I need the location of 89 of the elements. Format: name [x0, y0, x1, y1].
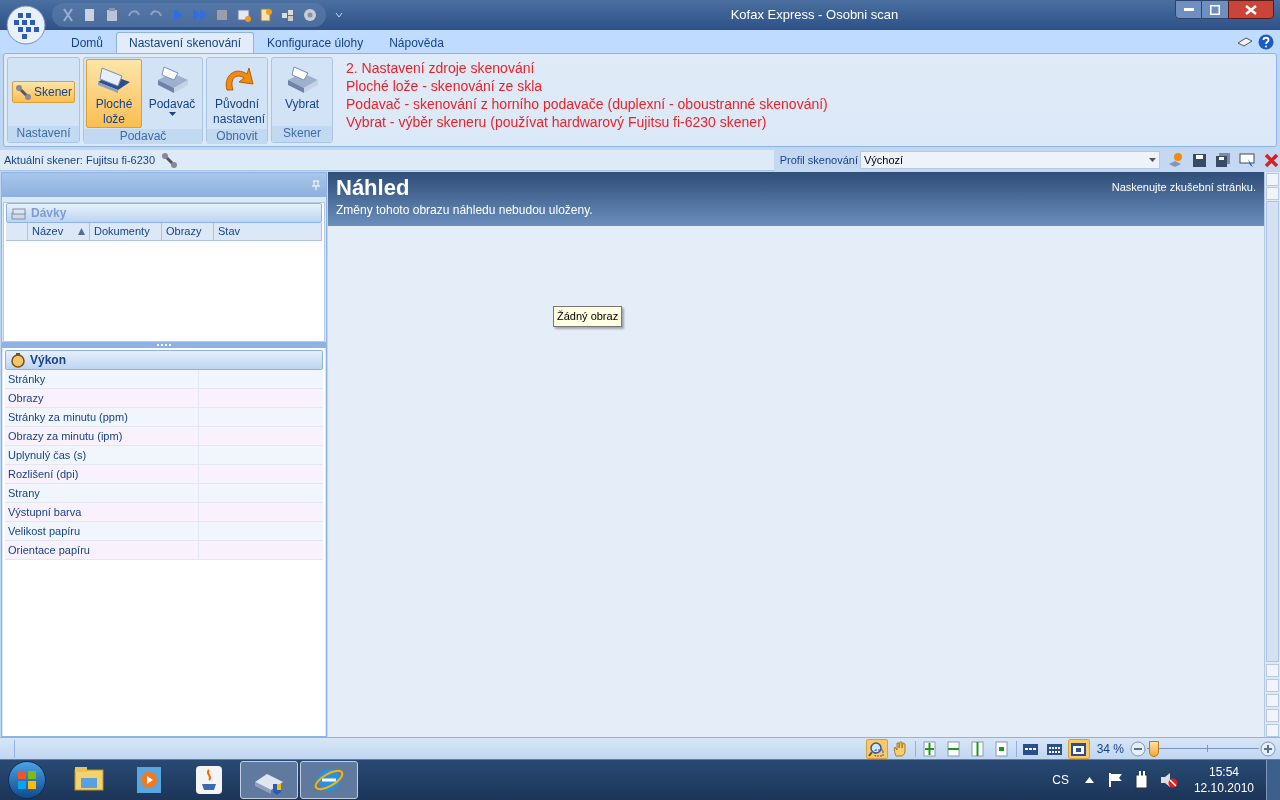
- new-profile-icon[interactable]: [1167, 151, 1184, 169]
- help-icon[interactable]: [1258, 34, 1274, 50]
- cut-icon[interactable]: [60, 7, 76, 23]
- show-hidden-icons-icon[interactable]: [1084, 777, 1094, 783]
- delete-icon[interactable]: [1263, 151, 1280, 169]
- ribbon-group-label: Podavač: [84, 129, 203, 144]
- ribbon-group-label: Obnovit: [207, 129, 268, 144]
- column-header[interactable]: Obrazy: [162, 223, 214, 240]
- preview-subtitle: Změny tohoto obrazu náhledu nebudou uloženy.: [336, 202, 593, 219]
- close-icon: [1245, 4, 1257, 15]
- annotation-line: Ploché lože - skenování ze skla: [346, 77, 544, 95]
- stat-label: Obrazy za minutu (ipm): [5, 427, 199, 445]
- save-icon[interactable]: [1191, 151, 1208, 169]
- current-scanner-label: Aktuální skener: Fujitsu fi-6230: [4, 152, 156, 168]
- zoom-icon: [868, 740, 886, 757]
- document-stack-icon: [10, 205, 28, 221]
- column-header[interactable]: Název: [28, 223, 90, 240]
- ribbon-group-label: Nastavení: [8, 126, 80, 142]
- ribbon-tab[interactable]: Nastavení skenování: [116, 32, 255, 53]
- power-plug-icon[interactable]: [1133, 771, 1150, 789]
- preview-title: Náhled: [336, 175, 411, 201]
- wrench-icon[interactable]: [161, 152, 180, 168]
- stat-label: Uplynulý čas (s): [5, 446, 199, 464]
- annotation-line: Podavač - skenování z horního podavače (duplexní - oboustranné skenování): [346, 95, 828, 113]
- document-stack-icon[interactable]: [236, 7, 252, 23]
- profile-label: Profil skenování: [779, 152, 858, 168]
- flag-icon[interactable]: [1107, 772, 1124, 788]
- book-icon[interactable]: [1236, 35, 1254, 49]
- four-squares-icon: [17, 770, 37, 790]
- column-header[interactable]: Dokumenty: [90, 223, 162, 240]
- single-page-view-icon: [1070, 740, 1088, 757]
- view-tool-button[interactable]: [865, 738, 888, 759]
- zoom-slider[interactable]: [1147, 740, 1259, 757]
- muted-speaker-icon[interactable]: [1159, 772, 1178, 788]
- scrollbar[interactable]: [1264, 172, 1280, 737]
- profile-dropdown[interactable]: Výchozí: [860, 151, 1160, 169]
- stat-label: Stránky za minutu (ppm): [5, 408, 199, 426]
- ribbon-button[interactable]: Podavač: [144, 59, 201, 128]
- maximize-icon: [1210, 4, 1220, 15]
- start-button[interactable]: [8, 761, 46, 799]
- show-desktop-button[interactable]: [1266, 760, 1280, 800]
- zoom-out-icon[interactable]: [1130, 740, 1146, 757]
- ribbon-button[interactable]: Původní nastavení: [209, 59, 266, 128]
- stat-label: Strany: [5, 484, 199, 502]
- stat-label: Velikost papíru: [5, 522, 199, 540]
- ribbon-tab[interactable]: Domů: [58, 32, 116, 53]
- stopwatch-icon: [9, 352, 27, 368]
- zoom-level: 34 %: [1096, 740, 1124, 758]
- pointer-icon[interactable]: [1239, 151, 1256, 169]
- fit-height-icon: [969, 740, 987, 757]
- dropdown-caret-icon: [1149, 158, 1156, 162]
- minimize-icon: [1183, 7, 1194, 12]
- slider-thumb[interactable]: [1148, 740, 1159, 757]
- close-button[interactable]: [1228, 0, 1274, 19]
- gear-icon[interactable]: [302, 7, 318, 23]
- minimize-button[interactable]: [1175, 0, 1202, 19]
- maximize-button[interactable]: [1202, 0, 1228, 19]
- stat-label: Rozlišení (dpi): [5, 465, 199, 483]
- annotation-line: 2. Nastavení zdroje skenování: [346, 59, 536, 77]
- column-header[interactable]: Stav: [214, 223, 322, 240]
- preview-hint: Naskenujte zkušební stránku.: [1111, 180, 1256, 195]
- section-title: Dávky: [31, 205, 67, 222]
- view-tool-button[interactable]: [1067, 738, 1090, 759]
- stat-label: Výstupní barva: [5, 503, 199, 521]
- ribbon-group-label: Skener: [272, 126, 333, 142]
- stat-label: Orientace papíru: [5, 541, 199, 559]
- ribbon-button[interactable]: Skener: [12, 81, 76, 103]
- paste-icon[interactable]: [104, 7, 120, 23]
- wrench-icon: [15, 84, 33, 100]
- ribbon-tab[interactable]: Konfigurace úlohy: [254, 32, 377, 53]
- language-indicator: CS: [1052, 772, 1069, 789]
- section-title: Výkon: [30, 352, 66, 369]
- stat-label: Stránky: [5, 370, 199, 388]
- annotation-line: Vybrat - výběr skeneru (používat hardwarový Fujitsu fi-6230 skener): [346, 113, 768, 131]
- window-title: Kofax Express - Osobni scan: [730, 6, 899, 25]
- zoom-in-icon[interactable]: [1260, 740, 1276, 757]
- stat-label: Obrazy: [5, 389, 199, 407]
- blocks-icon[interactable]: [280, 7, 296, 23]
- save-as-icon[interactable]: [1215, 151, 1232, 169]
- ribbon-tab[interactable]: Nápověda: [376, 32, 457, 53]
- actual-size-icon: [993, 740, 1011, 757]
- ribbon-button[interactable]: Vybrat: [274, 59, 331, 125]
- tooltip: Žádný obraz: [553, 306, 623, 327]
- fit-width-icon: [945, 740, 963, 757]
- fit-page-icon: [921, 740, 939, 757]
- ribbon-button[interactable]: Ploché lože: [86, 59, 143, 128]
- clock[interactable]: 15:54 12.10.2010: [1193, 764, 1254, 796]
- customize-caret-icon[interactable]: [334, 11, 344, 19]
- taskbar-app-button[interactable]: [240, 761, 298, 799]
